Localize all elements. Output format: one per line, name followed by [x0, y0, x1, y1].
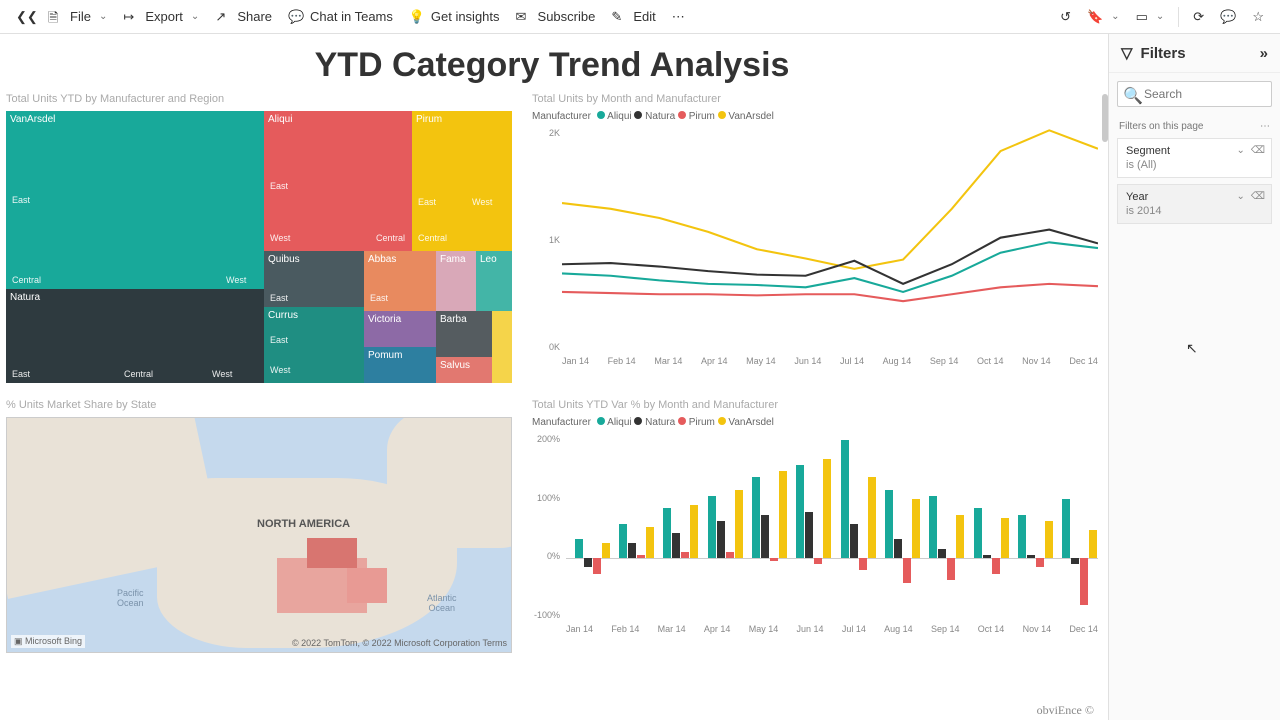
- bar-chart-visual[interactable]: Total Units YTD Var % by Month and Manuf…: [532, 399, 1098, 659]
- clear-filter-icon[interactable]: ⌫: [1251, 191, 1265, 202]
- tree-tile[interactable]: NaturaEastCentralWest: [6, 289, 264, 383]
- edit-label: Edit: [633, 9, 655, 24]
- export-menu[interactable]: ↦Export⌄: [115, 5, 207, 29]
- filters-pane: ▽ Filters » 🔍 Filters on this page ⋯ Seg…: [1108, 34, 1280, 720]
- filters-section-label: Filters on this page: [1119, 121, 1204, 132]
- scrollbar-thumb[interactable]: [1102, 94, 1108, 142]
- clear-filter-icon[interactable]: ⌫: [1251, 145, 1265, 156]
- filter-value: is (All): [1126, 159, 1263, 171]
- tree-tile[interactable]: VanArsdelEastCentralWest: [6, 111, 264, 289]
- bookmark-menu[interactable]: 🔖⌄: [1079, 5, 1128, 29]
- map-label-atlantic: Atlantic Ocean: [427, 593, 457, 613]
- line-title: Total Units by Month and Manufacturer: [532, 93, 1098, 105]
- collapse-pane-button[interactable]: »: [1260, 45, 1268, 62]
- line-legend: Manufacturer Aliqui Natura Pirum VanArsd…: [532, 111, 1098, 122]
- subscribe-label: Subscribe: [538, 9, 596, 24]
- legend-label: Manufacturer: [532, 111, 591, 122]
- tree-tile[interactable]: [492, 311, 512, 383]
- tree-tile[interactable]: QuibusEast: [264, 251, 364, 307]
- map-visual[interactable]: % Units Market Share by State NORTH AMER…: [6, 399, 512, 659]
- bar-legend: Manufacturer Aliqui Natura Pirum VanArsd…: [532, 417, 1098, 428]
- treemap-title: Total Units YTD by Manufacturer and Regi…: [6, 93, 512, 105]
- filters-header: Filters: [1141, 45, 1186, 62]
- map-label-na: NORTH AMERICA: [257, 518, 350, 530]
- share-button[interactable]: ↗Share: [207, 5, 280, 29]
- back-button[interactable]: ❮❮: [8, 5, 40, 29]
- footer-credit: obviEnce ©: [1037, 703, 1094, 718]
- filter-card-year[interactable]: Year is 2014 ⌄⌫: [1117, 184, 1272, 224]
- file-label: File: [70, 9, 91, 24]
- map-title: % Units Market Share by State: [6, 399, 512, 411]
- tree-tile[interactable]: Victoria: [364, 311, 436, 347]
- teams-label: Chat in Teams: [310, 9, 393, 24]
- filter-icon: ▽: [1121, 44, 1133, 62]
- tree-tile[interactable]: AbbasEast: [364, 251, 436, 311]
- comment-button[interactable]: 💬: [1212, 5, 1244, 29]
- page-title: YTD Category Trend Analysis: [6, 46, 1098, 85]
- reset-button[interactable]: ↺: [1052, 5, 1079, 29]
- teams-button[interactable]: 💬Chat in Teams: [280, 5, 401, 29]
- insights-label: Get insights: [431, 9, 500, 24]
- tree-tile[interactable]: PirumEastWestCentral: [412, 111, 512, 251]
- more-menu[interactable]: ⋯: [664, 5, 693, 29]
- tree-tile[interactable]: Pomum: [364, 347, 436, 383]
- tree-tile[interactable]: Barba: [436, 311, 492, 357]
- edit-button[interactable]: ✎Edit: [603, 5, 663, 29]
- map-credits: © 2022 TomTom, © 2022 Microsoft Corporat…: [292, 638, 507, 648]
- search-icon: 🔍: [1123, 86, 1143, 106]
- tree-tile[interactable]: Fama: [436, 251, 476, 311]
- refresh-button[interactable]: ⟳: [1185, 5, 1212, 29]
- insights-button[interactable]: 💡Get insights: [401, 5, 508, 29]
- filter-card-segment[interactable]: Segment is (All) ⌄⌫: [1117, 138, 1272, 178]
- favorite-button[interactable]: ☆: [1244, 5, 1272, 29]
- view-menu[interactable]: ▭⌄: [1128, 5, 1173, 29]
- tree-tile[interactable]: Salvus: [436, 357, 492, 383]
- line-chart-visual[interactable]: Total Units by Month and Manufacturer Ma…: [532, 93, 1098, 385]
- filter-value: is 2014: [1126, 205, 1263, 217]
- legend-label: Manufacturer: [532, 417, 591, 428]
- file-menu[interactable]: 🗎File⌄: [40, 5, 115, 29]
- subscribe-button[interactable]: ✉Subscribe: [508, 5, 604, 29]
- tree-tile[interactable]: AliquiEastWestCentral: [264, 111, 412, 251]
- bar-title: Total Units YTD Var % by Month and Manuf…: [532, 399, 1098, 411]
- map-label-pacific: Pacific Ocean: [117, 588, 144, 608]
- bing-logo: ▣ Microsoft Bing: [11, 635, 85, 648]
- app-toolbar: ❮❮ 🗎File⌄ ↦Export⌄ ↗Share 💬Chat in Teams…: [0, 0, 1280, 34]
- tree-tile[interactable]: Leo: [476, 251, 512, 311]
- tree-tile[interactable]: CurrusEastWest: [264, 307, 364, 383]
- share-label: Share: [237, 9, 272, 24]
- treemap-visual[interactable]: Total Units YTD by Manufacturer and Regi…: [6, 93, 512, 385]
- chevron-down-icon[interactable]: ⌄: [1236, 191, 1244, 202]
- report-canvas: YTD Category Trend Analysis Total Units …: [0, 34, 1108, 720]
- filters-section-more[interactable]: ⋯: [1260, 121, 1270, 132]
- chevron-down-icon[interactable]: ⌄: [1236, 145, 1244, 156]
- export-label: Export: [145, 9, 183, 24]
